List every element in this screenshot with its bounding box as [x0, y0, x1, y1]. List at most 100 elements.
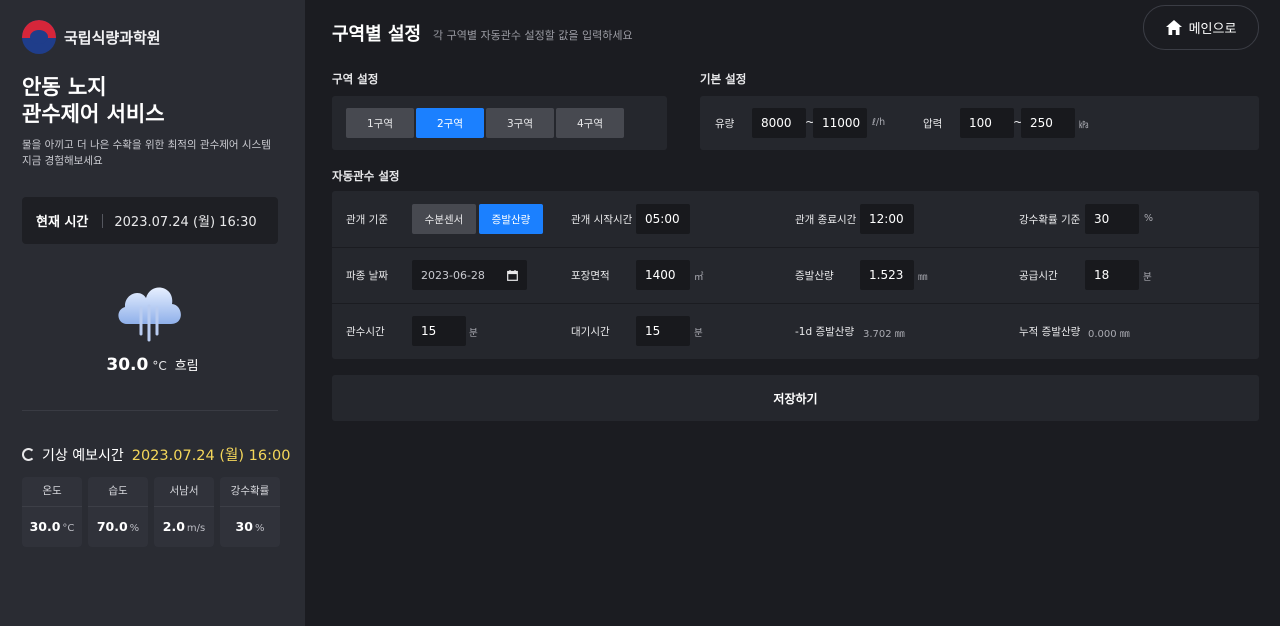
evapotranspiration-button[interactable]: 증발산량 [479, 204, 543, 234]
wait-time-label: 대기시간 [571, 326, 610, 338]
wait-time-input[interactable]: 15 [636, 316, 690, 346]
divider [102, 213, 104, 228]
flow-label: 유량 [715, 118, 735, 130]
irrigation-time-input[interactable]: 15 [412, 316, 466, 346]
rain-prob-label: 강수확률 기준 [1019, 214, 1081, 226]
zone-4-button[interactable]: 4구역 [556, 108, 624, 138]
service-description: 물을 아끼고 더 나은 수확을 위한 최적의 관수제어 시스템 지금 경험해보세… [22, 137, 274, 169]
pressure-label: 압력 [923, 118, 943, 130]
sow-date-input[interactable]: 2023-06-28 [412, 260, 527, 290]
service-title-line2: 관수제어 서비스 [22, 102, 165, 126]
flow-min-input[interactable]: 8000 [752, 108, 806, 138]
stat-humidity: 습도 70.0% [88, 477, 148, 547]
zone-section-label: 구역 설정 [332, 72, 379, 86]
et-unit: ㎜ [918, 272, 928, 283]
forecast-label: 기상 예보시간 [42, 447, 124, 464]
stat-value-row: 30% [220, 507, 280, 547]
et-label: 증발산량 [795, 270, 834, 282]
save-button[interactable]: 저장하기 [332, 375, 1259, 421]
start-time-label: 관개 시작시간 [571, 214, 633, 226]
brand-logo[interactable]: 국립식량과학원 [22, 20, 161, 54]
stat-precipitation: 강수확률 30% [220, 477, 280, 547]
stat-value: 70.0 [96, 519, 128, 534]
irrigation-basis-label: 관개 기준 [346, 214, 388, 226]
stat-unit: % [254, 523, 265, 534]
wait-time-unit: 분 [694, 328, 703, 339]
pressure-max-input[interactable]: 250 [1021, 108, 1075, 138]
current-time-label: 현재 시간 [36, 215, 89, 230]
temperature-unit: °C [152, 359, 167, 373]
forecast-time: 기상 예보시간 2023.07.24 (월) 16:00 [22, 444, 290, 465]
field-area-label: 포장면적 [571, 270, 610, 282]
zone-panel: 1구역 2구역 3구역 4구역 [332, 96, 667, 150]
sow-date-label: 파종 날짜 [346, 270, 388, 282]
prev-day-et-value: 3.702 ㎜ [863, 329, 905, 340]
stat-value: 2.0 [162, 519, 185, 534]
taegeuk-logo-icon [22, 20, 56, 54]
prev-day-et-label: -1d 증발산량 [795, 326, 855, 338]
forecast-stats: 온도 30.0 °C 습도 70.0% 서남서 2.0 m/s 강수확률 30% [22, 477, 280, 547]
stat-unit: % [129, 523, 140, 534]
soil-sensor-button[interactable]: 수분센서 [412, 204, 476, 234]
stat-temperature: 온도 30.0 °C [22, 477, 82, 547]
current-time-value: 2023.07.24 (월) 16:30 [114, 215, 257, 230]
end-time-input[interactable]: 12:00 [860, 204, 914, 234]
stat-unit: m/s [186, 523, 206, 534]
service-desc-line1: 물을 아끼고 더 나은 수확을 위한 최적의 관수제어 시스템 [22, 139, 271, 151]
sidebar-divider [22, 410, 278, 411]
pressure-min-input[interactable]: 100 [960, 108, 1014, 138]
pressure-unit: ㎪ [1079, 120, 1089, 131]
sow-date-value: 2023-06-28 [421, 268, 485, 282]
auto-panel: 관개 기준 수분센서 증발산량 관개 시작시간 05:00 관개 종료시간 12… [332, 191, 1260, 359]
weather-summary: 30.0 °C 흐림 [0, 355, 305, 375]
supply-time-unit: 분 [1143, 272, 1152, 283]
zone-2-button[interactable]: 2구역 [416, 108, 484, 138]
field-area-unit: ㎡ [694, 272, 704, 283]
auto-section-label: 자동관수 설정 [332, 169, 400, 183]
stat-label: 서남서 [154, 477, 214, 507]
flow-max-input[interactable]: 11000 [813, 108, 867, 138]
flow-unit: ℓ/h [872, 117, 886, 128]
forecast-date: 2023.07.24 (월) 16:00 [131, 448, 291, 464]
stat-unit: °C [62, 523, 75, 534]
service-desc-line2: 지금 경험해보세요 [22, 155, 103, 167]
stat-label: 습도 [88, 477, 148, 507]
field-area-input[interactable]: 1400 [636, 260, 690, 290]
home-button-label: 메인으로 [1188, 22, 1237, 37]
weather-condition: 흐림 [174, 359, 199, 374]
temperature-value: 30.0 [106, 355, 149, 375]
zone-1-button[interactable]: 1구역 [346, 108, 414, 138]
supply-time-label: 공급시간 [1019, 270, 1058, 282]
stat-label: 온도 [22, 477, 82, 507]
calendar-icon[interactable] [507, 270, 518, 281]
rain-prob-unit: % [1144, 213, 1154, 224]
brand-name: 국립식량과학원 [64, 28, 161, 47]
home-button[interactable]: 메인으로 [1143, 5, 1259, 50]
service-title: 안동 노지 관수제어 서비스 [22, 74, 165, 128]
stat-value-row: 2.0 m/s [154, 507, 214, 547]
page-subtitle: 각 구역별 자동관수 설정할 값을 입력하세요 [433, 29, 633, 42]
row-divider [332, 303, 1260, 304]
basic-panel: 유량 8000 ~ 11000 ℓ/h 압력 100 ~ 250 ㎪ [700, 96, 1259, 150]
sidebar: 국립식량과학원 안동 노지 관수제어 서비스 물을 아끼고 더 나은 수확을 위… [0, 0, 305, 626]
cumulative-et-label: 누적 증발산량 [1019, 326, 1081, 338]
supply-time-input[interactable]: 18 [1085, 260, 1139, 290]
zone-3-button[interactable]: 3구역 [486, 108, 554, 138]
stat-value-row: 30.0 °C [22, 507, 82, 547]
row-divider [332, 247, 1260, 248]
cumulative-et-value: 0.000 ㎜ [1088, 329, 1130, 340]
et-input[interactable]: 1.523 [860, 260, 914, 290]
stat-label: 강수확률 [220, 477, 280, 507]
irrigation-time-label: 관수시간 [346, 326, 385, 338]
rain-cloud-icon [118, 287, 181, 342]
stat-wind: 서남서 2.0 m/s [154, 477, 214, 547]
service-title-line1: 안동 노지 [22, 75, 107, 99]
start-time-input[interactable]: 05:00 [636, 204, 690, 234]
end-time-label: 관개 종료시간 [795, 214, 857, 226]
home-icon [1165, 20, 1182, 35]
stat-value: 30 [235, 519, 253, 534]
refresh-icon[interactable] [22, 448, 35, 461]
stat-value-row: 70.0% [88, 507, 148, 547]
irrigation-time-unit: 분 [469, 328, 478, 339]
rain-prob-input[interactable]: 30 [1085, 204, 1139, 234]
